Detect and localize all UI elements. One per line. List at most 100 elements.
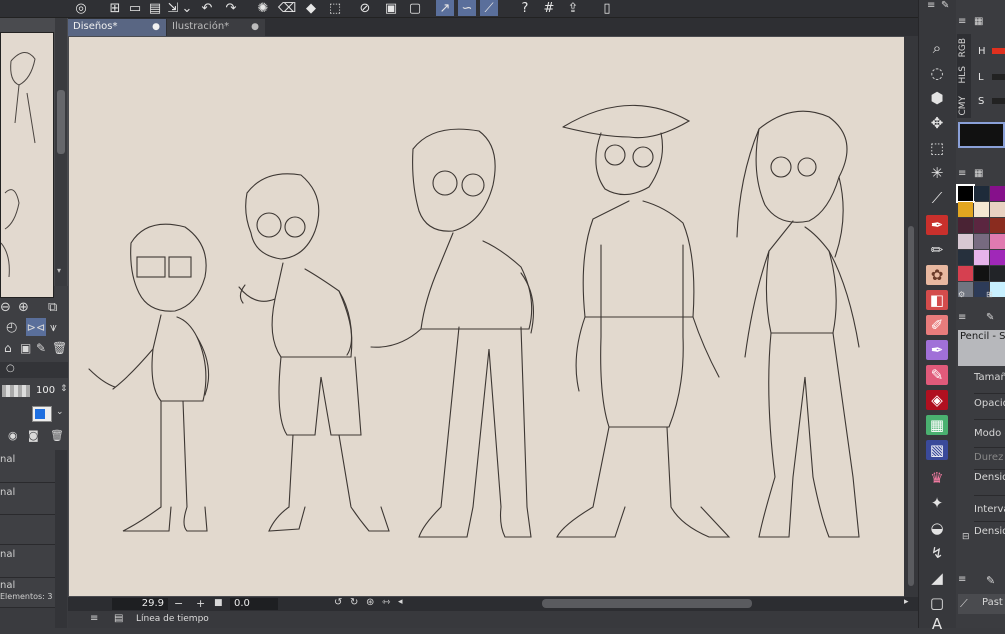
zoom-out-icon[interactable]: ⊖ — [0, 300, 11, 315]
rotation-field[interactable]: 0.0 — [230, 598, 278, 610]
blend-tool-icon[interactable]: ✎ — [926, 365, 948, 385]
pencil-tool-icon[interactable]: ✏ — [926, 240, 948, 260]
rotate-right-icon[interactable]: ↻ — [350, 597, 358, 608]
tab-disenos[interactable]: Diseños* ● — [68, 19, 166, 36]
brush-icon[interactable]: ✎ — [941, 0, 949, 11]
canvas-vertical-scrollbar[interactable] — [904, 36, 918, 597]
layer-move-icon[interactable]: ⬢ — [926, 88, 948, 108]
sub-tool-item[interactable]: ⟋ Past — [958, 594, 1005, 614]
save-icon[interactable]: ▤ — [146, 0, 164, 16]
drops-icon[interactable]: ◒ — [926, 518, 948, 538]
zoom-field[interactable]: 29.9 — [112, 598, 168, 610]
palette-swatch[interactable] — [958, 218, 973, 233]
stabilizer-icon[interactable]: ↗ — [436, 0, 454, 16]
frame-icon[interactable]: ▢ — [926, 593, 948, 613]
rotate-left-icon[interactable]: ↺ — [334, 597, 342, 608]
collapse-icon[interactable]: ≡ — [958, 168, 966, 179]
property-row[interactable]: Tamañ — [974, 372, 1005, 394]
collapse-icon[interactable]: ≡ — [927, 0, 935, 11]
layer-list-scrollbar[interactable] — [55, 450, 67, 628]
property-row[interactable]: Modo c — [974, 426, 1005, 448]
invert-selection-icon[interactable]: ▣ — [382, 0, 400, 16]
layer-row[interactable]: nal Elementos: 3 c — [0, 578, 59, 608]
layer-row[interactable]: nal — [0, 450, 55, 483]
tab-hls[interactable]: HLS — [958, 66, 968, 84]
edit-layer-icon[interactable]: ✎ — [36, 341, 46, 355]
palette-add-icon[interactable]: ⊞ — [986, 290, 993, 299]
deselect-icon[interactable]: ⊘ — [356, 0, 374, 16]
scroll-down-arrow[interactable]: ▾ — [57, 266, 61, 275]
text-tool-icon[interactable]: A — [926, 614, 948, 634]
opacity-stepper[interactable]: ⇕ — [60, 384, 68, 394]
open-folder-icon[interactable]: ▭ — [126, 0, 144, 16]
share-icon[interactable]: ⇪ — [564, 0, 582, 16]
palette-swatch[interactable] — [974, 266, 989, 281]
delete-layer-icon[interactable]: 🗑 — [50, 429, 64, 442]
opacity-value[interactable]: 100 — [36, 385, 55, 396]
palette-swatch[interactable] — [990, 202, 1005, 217]
palette-swatch[interactable] — [958, 202, 973, 217]
record-icon[interactable]: ◉ — [8, 429, 18, 442]
collapse-icon[interactable]: ≡ — [958, 574, 966, 585]
flip-horizontal-icon[interactable]: ⊳⊲ — [26, 318, 46, 336]
hue-slider[interactable] — [992, 48, 1005, 54]
fill-tool-icon[interactable]: ◈ — [926, 390, 948, 410]
palette-swatch[interactable] — [958, 266, 973, 281]
rotate-reset-icon[interactable]: ◴ — [6, 320, 17, 335]
new-file-icon[interactable]: ⊞ — [106, 0, 124, 16]
folder-icon[interactable]: ⌂ — [4, 341, 12, 355]
brush-tool-icon[interactable]: ✿ — [926, 265, 948, 285]
crop-icon[interactable]: ▢ — [406, 0, 424, 16]
collapse-icon[interactable]: ≡ — [958, 312, 966, 323]
palette-swatch[interactable] — [974, 234, 989, 249]
timeline-label[interactable]: Línea de tiempo — [136, 614, 209, 624]
selection-tool-icon[interactable]: ⬚ — [926, 138, 948, 158]
flip-icon[interactable]: ⇿ — [382, 597, 390, 608]
scroll-right-arrow[interactable]: ▸ — [904, 597, 909, 607]
pen-tool-icon[interactable]: ✒ — [926, 215, 948, 235]
palette-swatch[interactable] — [990, 186, 1005, 201]
chevron-down-icon[interactable]: ⌄ — [178, 0, 196, 16]
zoom-in-icon[interactable]: + — [196, 597, 205, 610]
property-row[interactable]: Densid — [974, 472, 1005, 496]
gradient-tool-icon[interactable]: ▦ — [926, 415, 948, 435]
palette-swatch[interactable] — [958, 234, 973, 249]
fit-icon[interactable]: ⧉ — [48, 300, 57, 315]
figure-tool-icon[interactable]: ▧ — [926, 440, 948, 460]
decoration-tool-icon[interactable]: ✒ — [926, 340, 948, 360]
scroll-thumb[interactable] — [908, 226, 914, 586]
saturation-slider[interactable] — [992, 98, 1005, 104]
layer-row[interactable] — [0, 515, 55, 545]
palette-swatch[interactable] — [974, 186, 989, 201]
chevron-down-icon[interactable]: ⌄ — [56, 407, 64, 417]
palette-swatch[interactable] — [990, 218, 1005, 233]
sparkle-icon[interactable]: ✦ — [926, 493, 948, 513]
canvas-area[interactable] — [68, 36, 904, 597]
minus-icon[interactable]: ⊟ — [962, 532, 970, 542]
fill-icon[interactable]: ◆ — [302, 0, 320, 16]
clear-icon[interactable]: ⌫ — [278, 0, 296, 16]
loading-icon[interactable]: ✺ — [254, 0, 272, 16]
navigator-scrollbar[interactable]: ▾ — [55, 18, 67, 286]
property-row[interactable]: Interva — [974, 502, 1005, 522]
palette-swatch[interactable] — [974, 250, 989, 265]
layer-row[interactable]: nal — [0, 545, 55, 578]
horizontal-scroll-thumb[interactable] — [542, 599, 752, 608]
property-row[interactable]: Durez — [974, 450, 1005, 470]
unsaved-dot-icon[interactable]: ● — [251, 19, 259, 35]
property-row[interactable]: Densid — [974, 524, 1005, 546]
lightness-slider[interactable] — [992, 74, 1005, 80]
eraser-tool-icon[interactable]: ◧ — [926, 290, 948, 310]
scroll-thumb[interactable] — [57, 90, 65, 154]
zoom-tool-icon[interactable]: ⌕ — [926, 38, 948, 58]
device-icon[interactable]: ▯ — [598, 0, 616, 16]
redo-icon[interactable]: ↷ — [222, 0, 240, 16]
trash-icon[interactable]: 🗑 — [52, 341, 67, 355]
magic-wand-icon[interactable]: ✳ — [926, 163, 948, 183]
palette-swatch[interactable] — [990, 266, 1005, 281]
airbrush-tool-icon[interactable]: ✐ — [926, 315, 948, 335]
mask-icon[interactable]: ◙ — [28, 429, 39, 442]
navigator-thumbnail[interactable] — [0, 32, 54, 298]
cake-icon[interactable]: ♛ — [926, 468, 948, 488]
transform-icon[interactable]: ⬚ — [326, 0, 344, 16]
